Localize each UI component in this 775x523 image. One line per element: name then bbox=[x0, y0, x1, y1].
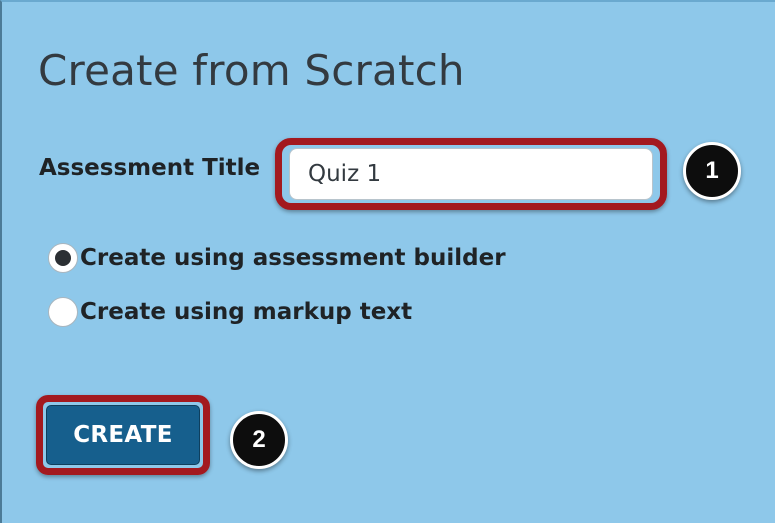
radio-selected-dot bbox=[55, 250, 71, 266]
create-from-scratch-panel: Create from Scratch Assessment Title 1 C… bbox=[0, 0, 775, 523]
option-markup-text[interactable]: Create using markup text bbox=[48, 297, 412, 327]
step-badge-1: 1 bbox=[683, 142, 741, 200]
assessment-title-input[interactable] bbox=[289, 148, 653, 200]
radio-button-selected[interactable] bbox=[48, 243, 78, 273]
assessment-title-label: Assessment Title bbox=[39, 155, 261, 181]
create-button[interactable]: CREATE bbox=[46, 405, 200, 465]
step-badge-2: 2 bbox=[230, 411, 288, 469]
option-assessment-builder[interactable]: Create using assessment builder bbox=[48, 243, 506, 273]
option-label: Create using markup text bbox=[80, 299, 413, 325]
option-label: Create using assessment builder bbox=[80, 245, 506, 271]
radio-button-unselected[interactable] bbox=[48, 297, 78, 327]
page-title: Create from Scratch bbox=[38, 46, 465, 95]
